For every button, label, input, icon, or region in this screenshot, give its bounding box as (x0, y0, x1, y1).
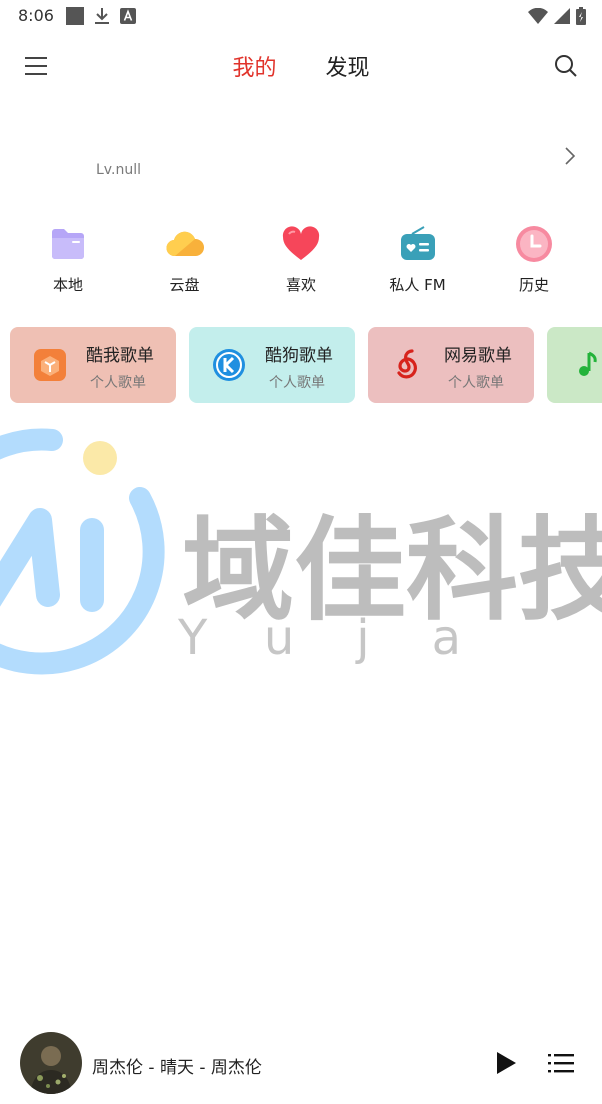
tab-bar: 我的 发现 (0, 50, 602, 82)
playlist-card-qq[interactable] (547, 327, 602, 403)
system-icons (528, 7, 586, 25)
download-icon (95, 8, 109, 24)
quick-label: 喜欢 (285, 276, 316, 294)
playlist-card-kuwo[interactable]: 酷我歌单 个人歌单 (10, 327, 176, 403)
watermark-letters: Yuja (178, 610, 523, 666)
quick-label: 云盘 (169, 276, 200, 294)
folder-icon (52, 229, 84, 259)
quick-favorites[interactable]: 喜欢 (243, 224, 359, 295)
square-notification-icon (66, 7, 84, 25)
profile-header[interactable]: Lv.null (0, 130, 602, 190)
netease-icon (397, 349, 417, 379)
play-icon[interactable] (494, 1050, 518, 1076)
search-icon[interactable] (552, 52, 580, 80)
playlist-card-netease[interactable]: 网易歌单 个人歌单 (368, 327, 534, 403)
playlist-subtitle: 个人歌单 (90, 375, 146, 391)
quick-label: 本地 (52, 276, 83, 294)
watermark: 域佳科技 Yuja (0, 410, 602, 700)
quick-private-fm[interactable]: 私人 FM (360, 224, 476, 295)
user-level: Lv.null (96, 162, 141, 178)
song-info[interactable]: 周杰伦 - 晴天 - 周杰伦 (92, 1053, 262, 1078)
album-art-icon (20, 1032, 82, 1094)
signal-icon (554, 8, 570, 24)
watermark-logo-icon (0, 428, 165, 675)
kugou-icon (213, 349, 245, 381)
heart-icon (282, 226, 320, 260)
playlist-card-kugou[interactable]: 酷狗歌单 个人歌单 (189, 327, 355, 403)
wifi-icon (528, 8, 548, 24)
quick-cloud[interactable]: 云盘 (127, 224, 243, 295)
quick-local[interactable]: 本地 (10, 224, 126, 295)
cloud-icon (165, 231, 204, 257)
playlist-queue-icon[interactable] (548, 1052, 574, 1074)
quick-history[interactable]: 历史 (476, 224, 592, 295)
status-bar: 8:06 (0, 0, 602, 34)
quick-actions: 本地 云盘 喜欢 私人 FM 历史 (10, 224, 592, 295)
tab-discover[interactable]: 发现 (326, 50, 370, 82)
playlist-sources: 酷我歌单 个人歌单 酷狗歌单 个人歌单 网易歌单 个人歌单 (10, 327, 602, 403)
chevron-right-icon[interactable] (562, 144, 578, 168)
top-nav: 我的 发现 (0, 40, 602, 94)
quick-label: 私人 FM (389, 276, 446, 294)
radio-icon (400, 226, 435, 260)
notification-icons (66, 7, 136, 25)
playlist-title: 酷我歌单 (86, 346, 154, 366)
album-cover[interactable] (20, 1032, 82, 1094)
quick-label: 历史 (518, 276, 549, 294)
mini-player[interactable]: 周杰伦 - 晴天 - 周杰伦 (0, 1028, 602, 1104)
kuwo-icon (34, 349, 66, 381)
battery-icon (576, 7, 586, 25)
clock-icon (516, 226, 552, 262)
playlist-subtitle: 个人歌单 (448, 375, 504, 391)
playlist-title: 酷狗歌单 (265, 346, 333, 366)
playlist-title: 网易歌单 (444, 346, 512, 366)
status-time: 8:06 (18, 6, 54, 25)
a-badge-icon (120, 8, 136, 24)
tab-mine[interactable]: 我的 (232, 50, 276, 82)
music-note-icon (579, 351, 597, 376)
playlist-subtitle: 个人歌单 (269, 375, 325, 391)
